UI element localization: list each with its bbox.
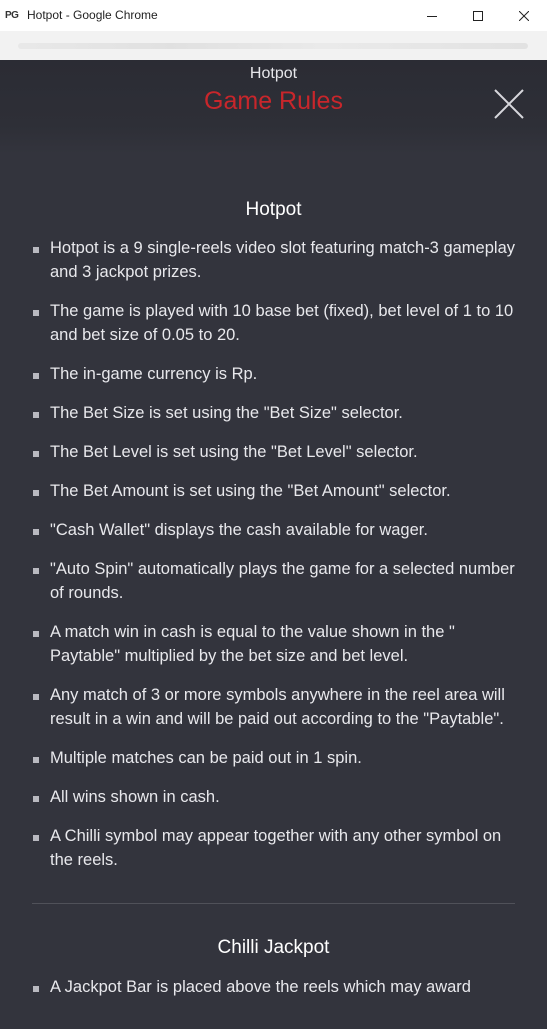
list-item: The game is played with 10 base bet (fix… [32,299,515,347]
close-window-button[interactable] [501,0,547,31]
close-button[interactable] [493,88,525,120]
list-item: Multiple matches can be paid out in 1 sp… [32,746,515,770]
maximize-button[interactable] [455,0,501,31]
title-bar: PG Hotpot - Google Chrome [0,0,547,31]
list-item: The Bet Level is set using the "Bet Leve… [32,440,515,464]
section-divider [32,903,515,904]
window-controls [409,0,547,31]
rules-content[interactable]: Hotpot Hotpot is a 9 single-reels video … [0,154,547,1014]
list-item: "Auto Spin" automatically plays the game… [32,557,515,605]
address-strip [0,31,547,60]
browser-window: PG Hotpot - Google Chrome Hotpot Game Ru… [0,0,547,1029]
list-item: A Jackpot Bar is placed above the reels … [32,975,515,999]
game-name: Hotpot [249,65,298,82]
list-item: Hotpot is a 9 single-reels video slot fe… [32,236,515,284]
list-item: The in-game currency is Rp. [32,362,515,386]
rules-list: A Jackpot Bar is placed above the reels … [32,975,515,999]
maximize-icon [473,10,483,21]
section-title: Chilli Jackpot [217,937,330,958]
window-title: Hotpot - Google Chrome [27,8,158,22]
list-item: "Cash Wallet" displays the cash availabl… [32,518,515,542]
list-item: A Chilli symbol may appear together with… [32,824,515,872]
section-title: Hotpot [245,199,302,220]
page-title: Game Rules [204,87,343,115]
list-item: The Bet Size is set using the "Bet Size"… [32,401,515,425]
rules-header: Hotpot Game Rules [0,60,547,154]
minimize-button[interactable] [409,0,455,31]
close-window-icon [519,10,529,21]
app-logo: PG [5,9,19,21]
list-item: All wins shown in cash. [32,785,515,809]
minimize-icon [427,15,437,17]
list-item: Any match of 3 or more symbols anywhere … [32,683,515,731]
close-icon [494,89,524,119]
list-item: The Bet Amount is set using the "Bet Amo… [32,479,515,503]
blurred-address [18,43,528,49]
rules-list: Hotpot is a 9 single-reels video slot fe… [32,236,515,872]
list-item: A match win in cash is equal to the valu… [32,620,515,668]
